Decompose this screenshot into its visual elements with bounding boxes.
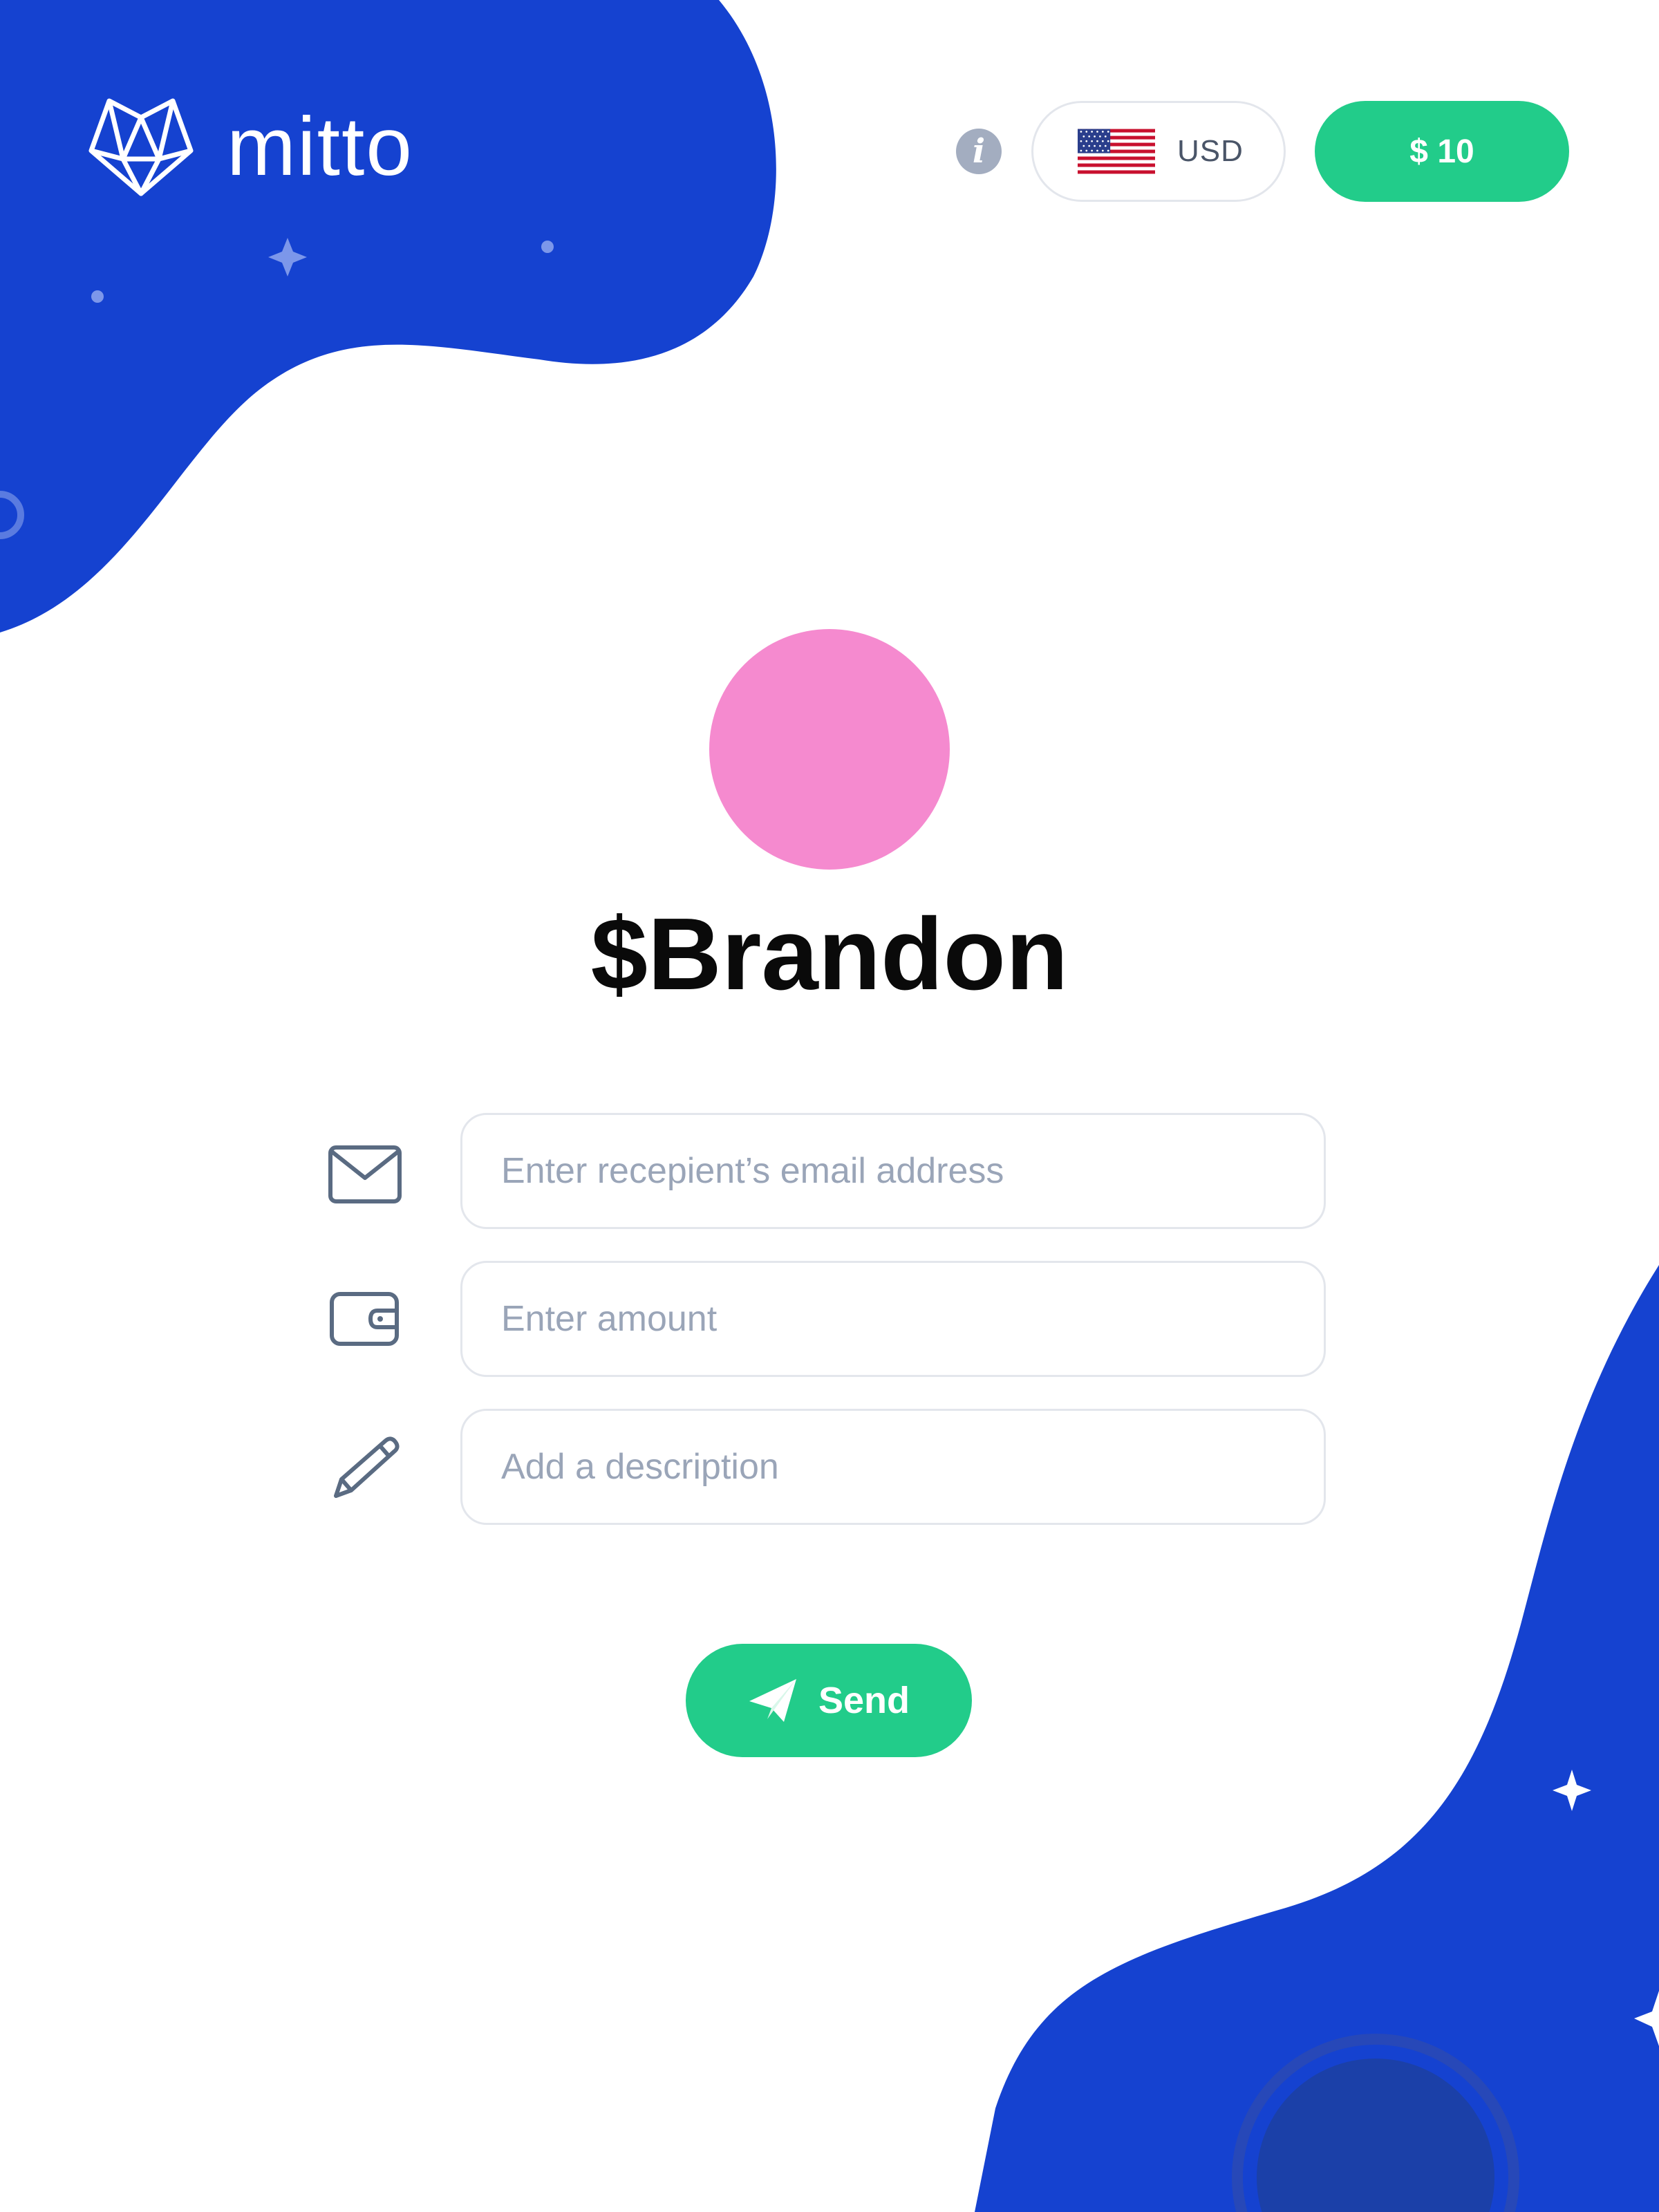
decor-dot [541, 241, 554, 253]
description-field[interactable] [460, 1409, 1326, 1525]
amount-field[interactable] [460, 1261, 1326, 1377]
info-icon[interactable]: i [956, 129, 1002, 174]
envelope-icon [328, 1145, 402, 1203]
email-input[interactable] [462, 1115, 1324, 1227]
description-input[interactable] [462, 1411, 1324, 1523]
pencil-icon [334, 1436, 400, 1498]
email-field[interactable] [460, 1113, 1326, 1229]
balance-button[interactable]: $ 10 [1315, 101, 1569, 202]
recipient-name: $Brandon [590, 897, 1069, 1011]
brand-logo[interactable]: mitto [88, 97, 413, 196]
currency-code: USD [1177, 134, 1244, 168]
us-flag-icon [1078, 129, 1155, 174]
decor-dot [91, 290, 104, 303]
brand-name: mitto [227, 100, 414, 193]
wallet-icon [330, 1292, 399, 1346]
amount-input[interactable] [462, 1263, 1324, 1375]
top-left-blob [0, 0, 776, 632]
avatar [709, 629, 950, 870]
bottom-right-blob [975, 1265, 1659, 2212]
background-shapes [0, 0, 1659, 2212]
currency-selector[interactable]: USD [1031, 101, 1286, 202]
send-label: Send [818, 1680, 910, 1721]
paper-plane-icon [749, 1679, 796, 1722]
send-button[interactable]: Send [686, 1644, 972, 1757]
mitto-logo-icon [88, 98, 194, 196]
